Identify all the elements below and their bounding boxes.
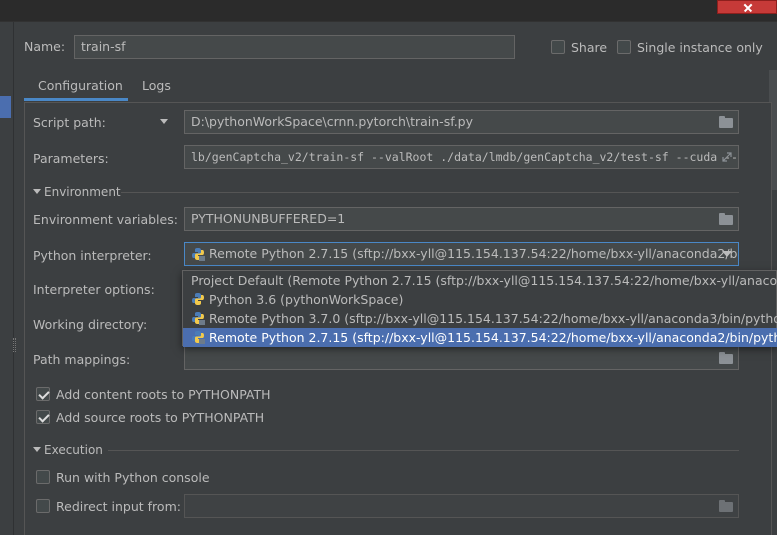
interpreter-options-label: Interpreter options: bbox=[33, 282, 155, 297]
expand-icon[interactable] bbox=[722, 152, 732, 162]
redirect-input-field[interactable] bbox=[184, 494, 739, 518]
execution-section-title: Execution bbox=[44, 443, 103, 457]
chevron-down-icon bbox=[160, 119, 168, 124]
parameters-label: Parameters: bbox=[33, 151, 109, 166]
redirect-input-checkbox[interactable] bbox=[36, 499, 50, 513]
interpreter-option-label: Remote Python 2.7.15 (sftp://bxx-yll@115… bbox=[209, 330, 777, 345]
path-mappings-input[interactable] bbox=[184, 346, 739, 370]
python-interpreter-combobox[interactable]: Remote Python 2.7.15 (sftp://bxx-yll@115… bbox=[184, 242, 739, 266]
window-title-bar bbox=[0, 0, 777, 22]
folder-icon[interactable] bbox=[719, 500, 733, 512]
chevron-down-icon[interactable] bbox=[722, 251, 732, 257]
python-icon bbox=[192, 293, 204, 305]
section-divider bbox=[108, 450, 739, 451]
python-remote-icon bbox=[192, 312, 205, 325]
run-with-python-console-label: Run with Python console bbox=[56, 470, 210, 485]
python-remote-icon bbox=[192, 331, 205, 344]
interpreter-option-label: Python 3.6 (pythonWorkSpace) bbox=[209, 292, 404, 307]
redirect-input-label: Redirect input from: bbox=[56, 499, 181, 514]
execution-collapse-icon[interactable] bbox=[33, 447, 41, 452]
splitter-grip[interactable] bbox=[13, 338, 16, 352]
script-path-input[interactable]: D:\pythonWorkSpace\crnn.pytorch\train-sf… bbox=[184, 110, 739, 134]
active-tab-indicator bbox=[24, 98, 128, 101]
interpreter-option-label: Remote Python 3.7.0 (sftp://bxx-yll@115.… bbox=[209, 311, 777, 326]
script-path-label: Script path: bbox=[33, 115, 106, 130]
script-path-type-dropdown[interactable] bbox=[160, 119, 168, 124]
add-source-roots-label: Add source roots to PYTHONPATH bbox=[56, 410, 265, 425]
run-with-python-console-checkbox[interactable] bbox=[36, 470, 50, 484]
working-directory-label: Working directory: bbox=[33, 317, 148, 332]
folder-icon[interactable] bbox=[719, 213, 733, 225]
folder-icon[interactable] bbox=[719, 352, 733, 364]
interpreter-dropdown-list[interactable]: Project Default (Remote Python 2.7.15 (s… bbox=[182, 270, 777, 347]
interpreter-option-label: Project Default (Remote Python 2.7.15 (s… bbox=[191, 273, 777, 288]
name-label: Name: bbox=[24, 39, 66, 54]
folder-icon[interactable] bbox=[719, 116, 733, 128]
single-instance-checkbox[interactable] bbox=[617, 40, 631, 54]
tab-configuration[interactable]: Configuration bbox=[38, 78, 123, 93]
python-remote-icon bbox=[192, 248, 205, 261]
interpreter-option-remote-python370[interactable]: Remote Python 3.7.0 (sftp://bxx-yll@115.… bbox=[183, 309, 777, 328]
add-content-roots-checkbox[interactable] bbox=[36, 387, 50, 401]
section-divider bbox=[121, 192, 739, 193]
selected-configuration-marker[interactable] bbox=[0, 96, 11, 118]
single-instance-label: Single instance only bbox=[637, 40, 763, 55]
environment-variables-input[interactable]: PYTHONUNBUFFERED=1 bbox=[184, 207, 739, 231]
environment-section-title: Environment bbox=[44, 185, 121, 199]
python-interpreter-label: Python interpreter: bbox=[33, 248, 152, 263]
add-source-roots-checkbox[interactable] bbox=[36, 410, 50, 424]
share-label: Share bbox=[571, 40, 608, 55]
tab-logs[interactable]: Logs bbox=[142, 78, 171, 93]
parameters-input[interactable]: lb/genCaptcha_v2/train-sf --valRoot ./da… bbox=[184, 145, 739, 169]
environment-collapse-icon[interactable] bbox=[33, 189, 41, 194]
name-input[interactable]: train-sf bbox=[74, 35, 515, 59]
add-content-roots-label: Add content roots to PYTHONPATH bbox=[56, 387, 271, 402]
close-window-button[interactable] bbox=[717, 0, 777, 14]
interpreter-option-python36[interactable]: Python 3.6 (pythonWorkSpace) bbox=[183, 290, 777, 309]
interpreter-option-remote-python2715[interactable]: Remote Python 2.7.15 (sftp://bxx-yll@115… bbox=[183, 328, 777, 347]
environment-variables-label: Environment variables: bbox=[33, 212, 178, 227]
path-mappings-label: Path mappings: bbox=[33, 352, 131, 367]
interpreter-option-project-default[interactable]: Project Default (Remote Python 2.7.15 (s… bbox=[183, 271, 777, 290]
share-checkbox[interactable] bbox=[551, 40, 565, 54]
